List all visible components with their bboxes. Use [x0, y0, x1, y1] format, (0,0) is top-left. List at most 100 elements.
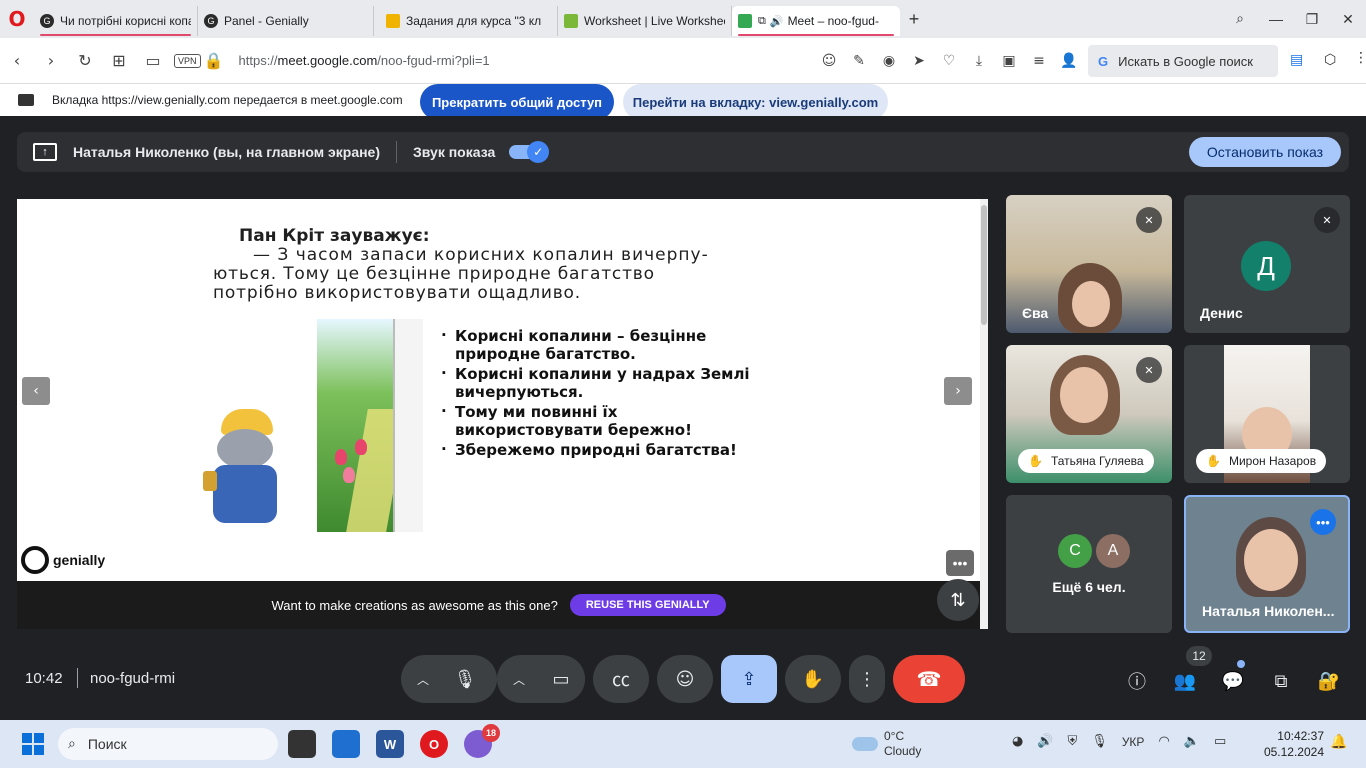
vpn-badge[interactable]: VPN — [174, 53, 201, 68]
reuse-genially-button[interactable]: REUSE THIS GENIALLY — [569, 594, 726, 616]
speed-dial-icon[interactable]: ⊞ — [102, 51, 136, 70]
reactions-button[interactable]: ☺ — [657, 655, 713, 703]
sidebar-panel-icon[interactable]: ▤ — [1290, 52, 1303, 68]
participant-avatar: С — [1058, 534, 1092, 568]
swap-layout-icon[interactable]: ⇅ — [937, 579, 979, 621]
url-field[interactable]: https://meet.google.com/noo-fgud-rmi?pli… — [239, 53, 490, 68]
volume-tray-icon[interactable]: 🔊 — [1037, 734, 1053, 749]
leave-call-button[interactable]: ☎ — [893, 655, 965, 703]
new-tab-button[interactable]: + — [900, 5, 928, 33]
mini-avatars: С А — [1058, 534, 1134, 568]
camera-icon[interactable]: ◉ — [874, 53, 904, 69]
reload-icon[interactable]: ↻ — [68, 51, 102, 70]
speaker-icon[interactable]: 🔈 — [1184, 734, 1200, 749]
lantern-icon — [203, 471, 217, 491]
microphone-button[interactable]: 🎙 — [441, 655, 489, 703]
participant-tile-eva[interactable]: ✕ Єва — [1006, 195, 1172, 333]
previous-slide-button[interactable]: ‹ — [22, 377, 50, 405]
browser-menu-icon[interactable]: ⋮ — [1354, 50, 1366, 66]
taskbar-search[interactable]: ⌕ Поиск — [58, 728, 278, 760]
captions-icon: ㏄ — [612, 670, 630, 691]
captions-button[interactable]: ㏄ — [593, 655, 649, 703]
extensions-cube-icon[interactable]: ⬡ — [1324, 52, 1336, 68]
chat-icon[interactable]: 💬 — [1218, 666, 1248, 696]
heart-icon[interactable]: ♡ — [934, 53, 964, 69]
camera-button[interactable]: ▭ — [537, 655, 585, 703]
self-view-tile[interactable]: ••• Наталья Николен... — [1184, 495, 1350, 633]
scrollbar-thumb[interactable] — [981, 205, 987, 325]
genially-logo[interactable]: genially — [21, 546, 105, 574]
people-icon[interactable]: 👥 — [1170, 666, 1200, 696]
tab-course-tasks[interactable]: Задания для курса "3 кл — [380, 6, 558, 36]
meeting-info-icon[interactable]: ⓘ — [1122, 666, 1152, 696]
chevron-up-icon[interactable]: ︿ — [513, 671, 525, 688]
menu-lines-icon[interactable]: ≡ — [1024, 53, 1054, 69]
present-screen-button[interactable]: ⇪ — [721, 655, 777, 703]
more-participants-tile[interactable]: С А Ещё 6 чел. — [1006, 495, 1172, 633]
word-icon[interactable]: W — [376, 730, 404, 758]
close-icon[interactable]: ✕ — [1330, 11, 1366, 28]
security-tray-icon[interactable]: ⛨ — [1068, 734, 1078, 749]
share-sound-toggle[interactable]: ✓ — [509, 141, 550, 163]
battery-icon[interactable]: ▭ — [1214, 734, 1226, 749]
camera-snapshot-icon[interactable]: ▭ — [136, 51, 170, 70]
stop-sharing-button[interactable]: Прекратить общий доступ — [420, 84, 614, 120]
genially-favicon-icon: G — [204, 14, 218, 28]
tab-genially-lesson[interactable]: G Чи потрібні корисні копа — [34, 6, 198, 36]
slide-bullet: Корисні копалини у надрах Землі вичерпую… — [439, 364, 769, 401]
windows-taskbar: ⌕ Поиск W O 18 0°C Cloudy ◕ 🔊 ⛨ 🎙 УКР ◠ … — [0, 720, 1366, 768]
emoji-icon[interactable]: ☺ — [814, 53, 844, 69]
input-language[interactable]: УКР — [1122, 735, 1145, 749]
minimize-icon[interactable]: — — [1258, 11, 1294, 27]
speaker-icon[interactable]: 🔊 — [770, 15, 784, 28]
notifications-bell-icon[interactable]: 🔔 — [1330, 734, 1347, 750]
download-icon[interactable]: ⤓ — [964, 53, 994, 69]
participant-tile-tatiana[interactable]: ✕ ✋ Татьяна Гуляева — [1006, 345, 1172, 483]
restore-icon[interactable]: ❐ — [1294, 11, 1330, 28]
task-view-icon[interactable] — [288, 730, 316, 758]
microphone-tray-icon[interactable]: 🎙 — [1091, 734, 1108, 749]
participant-name: Денис — [1200, 305, 1243, 321]
activities-icon[interactable]: ⧉ — [1266, 666, 1296, 696]
google-search-box[interactable]: G Искать в Google поиск — [1088, 45, 1278, 77]
picture-in-picture-icon[interactable]: ⧉ — [758, 14, 766, 28]
windows-start-icon[interactable] — [22, 733, 44, 755]
video-popout-icon[interactable]: ▣ — [994, 53, 1024, 69]
back-icon[interactable]: ‹ — [0, 51, 34, 70]
url-host: meet.google.com — [277, 53, 378, 68]
weather-widget[interactable]: 0°C Cloudy — [852, 729, 921, 759]
more-options-button[interactable]: ⋮ — [849, 655, 885, 703]
tab-live-worksheets[interactable]: Worksheet | Live Workshee — [558, 6, 732, 36]
raise-hand-button[interactable]: ✋ — [785, 655, 841, 703]
edit-icon[interactable]: ✎ — [844, 53, 874, 69]
wifi-icon[interactable]: ◠ — [1158, 734, 1169, 749]
forward-icon[interactable]: › — [34, 51, 68, 70]
tab-genially-panel[interactable]: G Panel - Genially — [198, 6, 374, 36]
send-icon[interactable]: ➤ — [904, 53, 934, 69]
lock-icon[interactable]: 🔒 — [201, 51, 227, 70]
opera-taskbar-icon[interactable]: O — [420, 730, 448, 758]
system-clock[interactable]: 10:42:37 05.12.2024 — [1262, 728, 1324, 760]
slide-more-options-button[interactable]: ••• — [946, 550, 974, 576]
participant-tile-denys[interactable]: Д ✕ Денис — [1184, 195, 1350, 333]
chevron-up-icon[interactable]: ︿ — [417, 671, 429, 688]
host-controls-icon[interactable]: 🔐 — [1314, 666, 1344, 696]
meet-window: ↑ Наталья Николенко (вы, на главном экра… — [0, 116, 1366, 720]
next-slide-button[interactable]: › — [944, 377, 972, 405]
stop-presenting-button[interactable]: Остановить показ — [1189, 137, 1341, 167]
participant-tile-myron[interactable]: ✋ Мирон Назаров — [1184, 345, 1350, 483]
slide-line: потрібно використовувати ощадливо. — [213, 283, 581, 303]
tab-google-meet[interactable]: ⧉ 🔊 Meet – noo-fgud- — [732, 6, 900, 36]
participant-name: Татьяна Гуляева — [1050, 454, 1144, 468]
participant-name: Наталья Николен... — [1202, 603, 1335, 619]
tab-search-icon[interactable]: ⌕ — [1222, 11, 1258, 27]
more-options-icon[interactable]: ••• — [1310, 509, 1336, 535]
shared-screen-scrollbar[interactable] — [980, 199, 988, 629]
profile-icon[interactable]: 👤 — [1054, 53, 1084, 69]
mole-head — [217, 429, 273, 469]
microsoft-store-icon[interactable] — [332, 730, 360, 758]
opera-logo-icon[interactable]: O — [0, 0, 34, 38]
viber-tray-icon[interactable]: ◕ — [1012, 734, 1023, 749]
viber-icon[interactable]: 18 — [464, 724, 500, 758]
go-to-tab-button[interactable]: Перейти на вкладку: view.genially.com — [623, 84, 888, 120]
